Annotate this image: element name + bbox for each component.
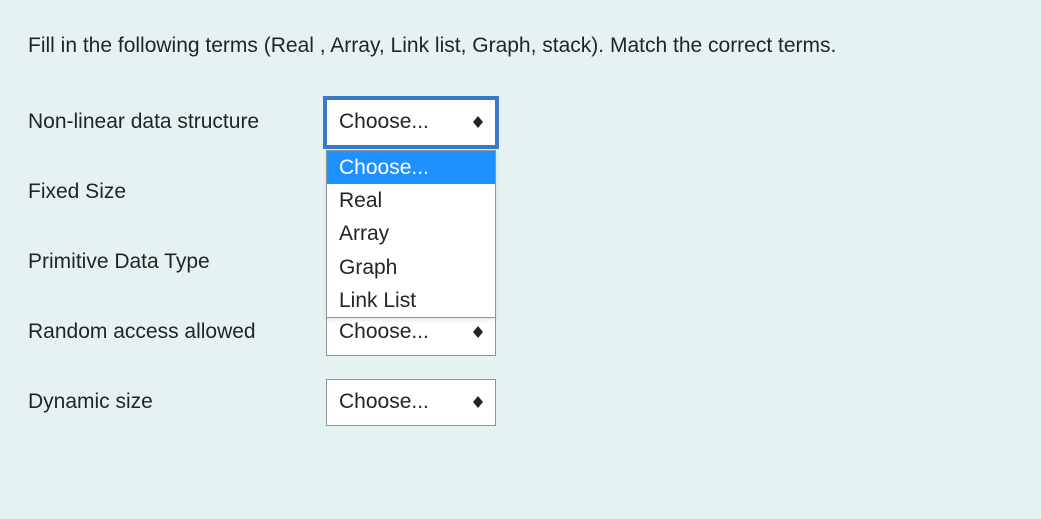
match-row: Non-linear data structure Choose... Choo…	[28, 96, 1013, 149]
term-select[interactable]: Choose...	[326, 99, 496, 146]
select-value: Choose...	[339, 110, 473, 134]
match-row: Fixed Size Choose...	[28, 166, 1013, 219]
term-label: Non-linear data structure	[28, 110, 326, 134]
select-wrap: Choose... Choose... Real Array Graph Lin…	[326, 99, 496, 146]
select-value: Choose...	[339, 320, 473, 344]
term-select[interactable]: Choose...	[326, 379, 496, 426]
dropdown-menu: Choose... Real Array Graph Link List	[326, 150, 496, 319]
sort-icon	[473, 396, 483, 408]
select-wrap: Choose...	[326, 379, 496, 426]
instructions-text: Fill in the following terms (Real , Arra…	[28, 30, 928, 62]
match-row: Dynamic size Choose...	[28, 376, 1013, 429]
select-value: Choose...	[339, 390, 473, 414]
match-row: Primitive Data Type Choose...	[28, 236, 1013, 289]
sort-icon	[473, 116, 483, 128]
term-label: Dynamic size	[28, 390, 326, 414]
term-label: Primitive Data Type	[28, 250, 326, 274]
dropdown-option[interactable]: Choose...	[327, 151, 495, 184]
dropdown-option[interactable]: Real	[327, 184, 495, 217]
dropdown-option[interactable]: Link List	[327, 284, 495, 317]
question-container: Fill in the following terms (Real , Arra…	[0, 0, 1041, 476]
dropdown-option[interactable]: Array	[327, 217, 495, 250]
term-label: Random access allowed	[28, 320, 326, 344]
dropdown-option[interactable]: Graph	[327, 251, 495, 284]
term-label: Fixed Size	[28, 180, 326, 204]
sort-icon	[473, 326, 483, 338]
match-row: Random access allowed Choose...	[28, 306, 1013, 359]
